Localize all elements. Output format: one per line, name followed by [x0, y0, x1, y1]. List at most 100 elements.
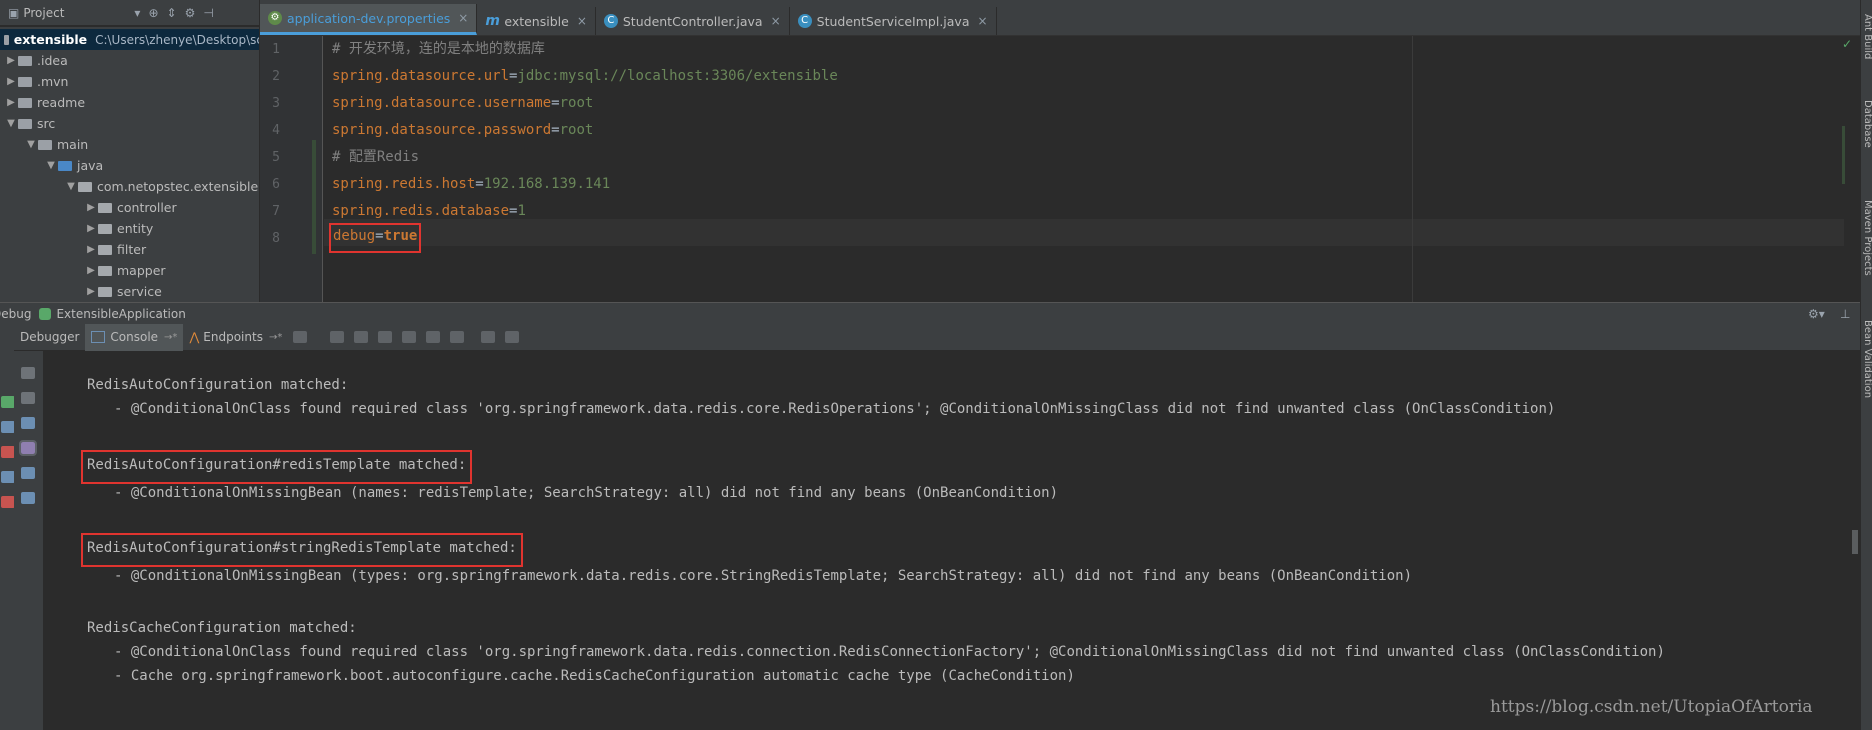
expand-arrow-icon[interactable]: ▶: [4, 76, 18, 87]
collapse-icon[interactable]: ⇕: [167, 6, 177, 20]
stop-icon[interactable]: [1, 446, 15, 458]
tree-item-service[interactable]: ▶ service: [0, 281, 162, 302]
expand-arrow-icon[interactable]: ▶: [84, 223, 98, 234]
tree-item-java[interactable]: ▼ java: [0, 155, 103, 176]
expand-arrow-icon[interactable]: ▶: [84, 244, 98, 255]
tab-student-service-impl[interactable]: C StudentServiceImpl.java ×: [790, 7, 997, 35]
collapse-arrow-icon[interactable]: ▼: [4, 118, 18, 129]
view-breakpoints-icon[interactable]: [1, 471, 15, 483]
tree-item-entity[interactable]: ▶ entity: [0, 218, 153, 239]
mute-breakpoints-icon[interactable]: [1, 496, 15, 508]
java-class-icon: C: [603, 14, 618, 28]
tree-item-src[interactable]: ▼ src: [0, 113, 55, 134]
pause-icon[interactable]: [1, 421, 15, 433]
gear-icon[interactable]: ⚙: [185, 6, 196, 20]
run-config-name[interactable]: ExtensibleApplication: [56, 307, 185, 321]
property-key: debug: [333, 228, 376, 244]
chevron-down-icon[interactable]: ▾: [134, 6, 140, 20]
tab-label: StudentController.java: [622, 13, 763, 29]
editor-tabs: ⚙ application-dev.properties × m extensi…: [260, 0, 1860, 36]
drop-frame-icon[interactable]: [426, 331, 441, 343]
property-key: spring.datasource.username: [332, 95, 552, 111]
expand-arrow-icon[interactable]: ▶: [4, 55, 18, 66]
gear-icon[interactable]: ⚙▾: [1808, 307, 1825, 321]
bean-validation-tool[interactable]: Bean Validation: [1861, 320, 1872, 398]
up-arrow-icon[interactable]: [21, 367, 35, 379]
console-line-highlight: RedisAutoConfiguration#redisTemplate mat…: [81, 450, 473, 484]
collapse-arrow-icon[interactable]: ▼: [64, 181, 78, 192]
property-key: spring.redis.database: [332, 203, 510, 219]
tree-item-idea[interactable]: ▶ .idea: [0, 50, 68, 71]
close-icon[interactable]: ×: [771, 14, 781, 28]
line-number: 7: [272, 204, 280, 219]
tab-student-controller[interactable]: C StudentController.java ×: [596, 7, 790, 35]
check-icon[interactable]: ✓: [1842, 38, 1852, 50]
tab-endpoints[interactable]: ⋀ Endpoints →*: [183, 324, 288, 351]
tab-debugger[interactable]: Debugger: [14, 324, 85, 351]
step-over-icon[interactable]: [330, 331, 345, 343]
tab-application-dev-properties[interactable]: ⚙ application-dev.properties ×: [260, 4, 478, 35]
property-value: root: [559, 122, 594, 138]
close-icon[interactable]: ×: [978, 14, 988, 28]
maven-icon: m: [485, 13, 500, 29]
tab-extensible[interactable]: m extensible ×: [477, 7, 596, 35]
project-view-icon[interactable]: ▣: [8, 6, 19, 20]
code-line-5: # 配置Redis: [332, 144, 419, 171]
expand-arrow-icon[interactable]: ▶: [84, 202, 98, 213]
database-tool[interactable]: Database: [1861, 100, 1872, 148]
tree-item-mapper[interactable]: ▶ mapper: [0, 260, 165, 281]
property-key: spring.redis.host: [332, 176, 476, 192]
console-scrollbar-thumb[interactable]: [1852, 530, 1858, 554]
step-out-icon[interactable]: [402, 331, 417, 343]
folder-icon: [18, 97, 32, 108]
ant-build-tool[interactable]: Ant Build: [1861, 14, 1872, 59]
debug-toolbar: Debugger Console →* ⋀ Endpoints →*: [0, 323, 1860, 351]
tree-item-readme[interactable]: ▶ readme: [0, 92, 85, 113]
clear-all-icon[interactable]: [21, 492, 35, 504]
package-icon: [98, 265, 112, 276]
tree-item-label: extensible: [13, 32, 88, 47]
maven-projects-tool[interactable]: Maven Projects: [1861, 200, 1872, 276]
tree-item-package[interactable]: ▼ com.netopstec.extensible: [0, 176, 258, 197]
down-arrow-icon[interactable]: [21, 392, 35, 404]
source-folder-icon: [58, 160, 72, 171]
hide-icon[interactable]: ⊥: [1840, 307, 1850, 321]
tree-item-controller[interactable]: ▶ controller: [0, 197, 177, 218]
close-icon[interactable]: ×: [458, 11, 468, 25]
expand-arrow-icon[interactable]: ▶: [84, 286, 98, 297]
tree-item-label: java: [77, 158, 104, 173]
hide-icon[interactable]: ⊣: [203, 6, 213, 20]
vcs-change-marker[interactable]: [312, 140, 316, 254]
step-into-icon[interactable]: [354, 331, 369, 343]
tree-item-label: .mvn: [37, 74, 69, 89]
tree-item-root[interactable]: extensible C:\Users\zhenye\Desktop\sc: [0, 29, 259, 50]
package-icon: [98, 286, 112, 297]
line-number: 5: [272, 150, 280, 165]
console-output[interactable]: RedisAutoConfiguration matched: - @Condi…: [44, 351, 1860, 730]
resume-icon[interactable]: [1, 396, 15, 408]
tab-console[interactable]: Console →*: [85, 323, 184, 351]
code-editor[interactable]: # 开发环境，连的是本地的数据库 spring.datasource.url=j…: [324, 36, 1844, 302]
code-line-8-highlight: debug=true: [329, 223, 422, 253]
run-to-cursor-icon[interactable]: [450, 331, 465, 343]
collapse-arrow-icon[interactable]: ▼: [24, 139, 38, 150]
evaluate-icon[interactable]: [481, 331, 496, 343]
locate-icon[interactable]: ⊕: [148, 6, 158, 20]
tree-item-mvn[interactable]: ▶ .mvn: [0, 71, 68, 92]
show-execution-point-icon[interactable]: [293, 331, 308, 343]
trace-icon[interactable]: [505, 331, 520, 343]
project-panel-title[interactable]: Project: [23, 6, 64, 20]
print-icon[interactable]: [21, 467, 35, 479]
tree-item-main[interactable]: ▼ main: [0, 134, 88, 155]
close-icon[interactable]: ×: [577, 14, 587, 28]
tab-suffix: →*: [164, 331, 178, 343]
expand-arrow-icon[interactable]: ▶: [4, 97, 18, 108]
collapse-arrow-icon[interactable]: ▼: [44, 160, 58, 171]
properties-file-icon: ⚙: [268, 11, 282, 25]
soft-wrap-icon[interactable]: [21, 417, 35, 429]
tree-item-filter[interactable]: ▶ filter: [0, 239, 146, 260]
force-step-into-icon[interactable]: [378, 331, 393, 343]
code-line-2: spring.datasource.url=jdbc:mysql://local…: [332, 63, 838, 90]
expand-arrow-icon[interactable]: ▶: [84, 265, 98, 276]
scroll-to-end-icon[interactable]: [19, 440, 37, 456]
